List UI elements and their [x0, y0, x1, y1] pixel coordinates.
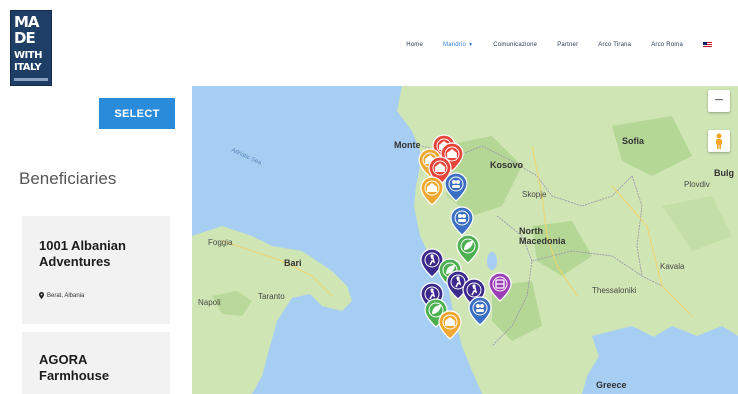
- nav-item-comunicazione[interactable]: Comunicazione: [493, 42, 537, 48]
- beneficiary-location: Berat, Albania: [39, 292, 84, 299]
- nav-item-home[interactable]: Home: [406, 42, 423, 48]
- logo-text: MA: [14, 13, 40, 31]
- map-label-skopje: Skopje: [522, 190, 547, 199]
- logo-text: DE: [14, 29, 36, 47]
- map-label-foggia: Foggia: [208, 238, 233, 247]
- map-label-greece: Greece: [596, 380, 627, 390]
- map-marker[interactable]: [450, 206, 474, 236]
- map-view[interactable]: Monte Kosovo Skopje North Macedonia Sofi…: [192, 86, 738, 394]
- nav-item-arco-tirana[interactable]: Arco Tirana: [598, 42, 631, 48]
- map-marker[interactable]: [438, 310, 462, 340]
- map-label-taranto: Taranto: [258, 292, 285, 301]
- logo-text: WITH: [14, 50, 42, 61]
- top-navigation: Home Mandrio ▼ Comunicazione Partner Arco…: [406, 42, 712, 48]
- logo-text: ITALY: [14, 62, 42, 73]
- map-marker[interactable]: [444, 172, 468, 202]
- map-label-naples: Napoli: [198, 298, 221, 307]
- zoom-out-button[interactable]: −: [708, 90, 730, 112]
- people-icon: [444, 172, 468, 202]
- map-marker[interactable]: [420, 176, 444, 206]
- chevron-down-icon: ▼: [468, 42, 474, 48]
- nav-item-partner[interactable]: Partner: [557, 42, 578, 48]
- location-text: Berat, Albania: [47, 292, 85, 299]
- logo-tagline: [14, 78, 48, 81]
- beneficiary-card[interactable]: 1001 Albanian Adventures Berat, Albania: [22, 216, 170, 324]
- map-label-thessaloniki: Thessaloniki: [592, 286, 637, 295]
- nav-item-label: Mandrio: [443, 42, 467, 48]
- nav-item-mandrio[interactable]: Mandrio ▼: [443, 42, 473, 48]
- map-marker[interactable]: [468, 296, 492, 326]
- map-label-north-macedonia: North Macedonia: [519, 226, 566, 246]
- home-icon: [420, 176, 444, 206]
- map-label-plovdiv: Plovdiv: [684, 180, 710, 189]
- map-label-kosovo: Kosovo: [490, 160, 524, 170]
- nav-item-arco-roma[interactable]: Arco Roma: [651, 42, 683, 48]
- beneficiary-card[interactable]: AGORA Farmhouse: [22, 332, 170, 394]
- pegman-figure: [716, 133, 722, 149]
- map-label-bulgaria: Bulg: [714, 168, 734, 178]
- beneficiary-name: 1001 Albanian Adventures: [39, 238, 126, 269]
- location-pin-icon: [39, 292, 44, 299]
- home-icon: [438, 310, 462, 340]
- map-label-bari: Bari: [284, 258, 302, 268]
- map-label-kavala: Kavala: [660, 262, 685, 271]
- select-button[interactable]: SELECT: [99, 98, 175, 129]
- language-flag-icon[interactable]: [703, 42, 712, 48]
- made-with-italy-logo[interactable]: MA DE WITH ITALY: [10, 10, 52, 86]
- beneficiaries-heading: Beneficiaries: [19, 169, 117, 188]
- street-view-pegman-icon[interactable]: [708, 130, 730, 152]
- map-label-montenegro: Monte: [394, 140, 421, 150]
- people-icon: [450, 206, 474, 236]
- beneficiary-name: AGORA Farmhouse: [39, 352, 110, 383]
- people-icon: [468, 296, 492, 326]
- map-label-sofia: Sofia: [622, 136, 645, 146]
